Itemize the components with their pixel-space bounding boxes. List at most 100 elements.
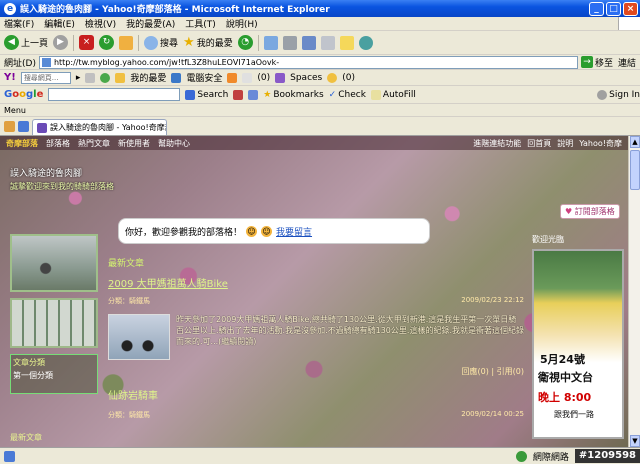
window-titlebar[interactable]: e 誤入騎途的魯肉腳 - Yahoo!奇摩部落格 - Microsoft Int… [0,0,640,17]
yahoo-spaces[interactable]: Spaces [290,73,322,83]
post-thumbnail[interactable] [108,314,170,360]
favorites-center-icon[interactable] [4,121,15,132]
spellcheck-button[interactable]: ✓ Check [329,90,366,100]
google-signin-button[interactable]: Sign In [597,89,640,100]
address-input[interactable]: http://tw.myblog.yahoo.com/jw!tfL3Z8huLE… [38,55,578,69]
quick-tabs-icon[interactable] [18,121,29,132]
research-button[interactable] [339,35,354,50]
search-icon [144,35,159,50]
subscribe-button[interactable]: ♥ 訂閱部落格 [560,204,620,219]
leave-message-link[interactable]: 我要留言 [276,225,312,238]
home-button[interactable] [119,35,134,50]
go-button[interactable]: → 移至 [580,56,615,69]
blog-title[interactable]: 誤入騎途的魯肉腳 [10,166,82,179]
tab-blog[interactable]: 誤入騎途的魯肉腳 - Yahoo!奇摩部... [32,119,167,135]
menu-edit[interactable]: 編輯(E) [44,17,75,30]
google-bookmarks-button[interactable]: ★ Bookmarks [263,90,323,100]
topnav-right-item[interactable]: 說明 [557,138,573,149]
menu-tools[interactable]: 工具(T) [185,17,216,30]
mail-button[interactable] [263,35,278,50]
topnav-item[interactable]: 新使用者 [118,138,150,149]
yahoo-logo-icon[interactable]: Y! [4,72,16,83]
topnav-right-item[interactable]: 進階連結功能 [473,138,521,149]
search-button[interactable]: 搜尋 [144,35,178,50]
menu-file[interactable]: 檔案(F) [4,17,34,30]
yahoo-favorites[interactable]: 我的最愛 [130,71,166,84]
menu-view[interactable]: 檢視(V) [85,17,116,30]
back-button[interactable]: ◀ 上一頁 [4,35,48,50]
watermark: #1209598 [574,449,640,463]
news-icon[interactable] [248,89,259,100]
scroll-down-icon[interactable]: ▼ [630,435,640,447]
page-content: 奇摩部落 部落格 熱門文章 新使用者 幫助中心 進階連結功能 回首頁 說明 Ya… [0,136,628,447]
rss-icon[interactable] [227,72,238,83]
post-title[interactable]: 2009 大甲媽祖萬人騎Bike [108,275,524,290]
secondary-photo[interactable] [10,298,98,348]
plus-icon[interactable] [100,72,111,83]
scroll-thumb[interactable] [630,150,640,190]
post-footer[interactable]: 回應(0) | 引用(0) [108,366,524,377]
yahoo-search-input[interactable]: 搜尋網頁... [20,71,71,84]
topnav-right-item[interactable]: Yahoo!奇摩 [579,138,622,149]
edit-button[interactable] [301,35,316,50]
star-icon: ★ [183,35,195,50]
main-column: 最新文章 2009 大甲媽祖萬人騎Bike 分類：騎鐵馬 2009/02/23 … [108,256,524,420]
address-bar: 網址(D) http://tw.myblog.yahoo.com/jw!tfL3… [0,55,640,70]
smiley-icon: ☺ [246,225,258,237]
spaces-icon [275,72,286,83]
blog-logo[interactable]: 奇摩部落 [6,138,38,149]
post-title[interactable]: 仙跡岩騎車 [108,387,524,402]
links-label[interactable]: 連結 [618,56,640,69]
security-icon [171,72,182,83]
ad-banner[interactable]: 5月24號 衛視中文台 晚上 8:00 跟我們一路 [532,249,624,439]
links-menu-label[interactable]: Menu [4,106,26,115]
yahoo-msgr-count[interactable]: (0) [342,73,355,83]
close-button[interactable]: × [623,1,638,16]
back-label: 上一頁 [21,39,49,49]
google-search-button[interactable]: Search [185,89,228,100]
tab-bar: 誤入騎途的魯肉腳 - Yahoo!奇摩部... [0,117,640,136]
stop-button[interactable]: × [79,35,95,50]
menu-favorites[interactable]: 我的最愛(A) [126,17,175,30]
vertical-scrollbar[interactable]: ▲ ▼ [628,136,640,447]
google-search-input[interactable] [48,88,181,101]
google-logo[interactable]: Google [4,89,43,100]
topnav-right-item[interactable]: 回首頁 [527,138,551,149]
discuss-button[interactable] [320,35,335,50]
post-category[interactable]: 分類：騎鐵馬 [108,296,150,306]
post-category[interactable]: 分類：騎鐵馬 [108,410,150,420]
yahoo-security[interactable]: 電腦安全 [186,71,222,84]
greeting-text: 你好，歡迎參觀我的部落格！ [125,227,243,238]
popup-blocker-icon[interactable] [233,89,244,100]
status-bar: 網際網路 #1209598 [0,447,640,464]
recent-posts-title: 最新文章 [10,433,42,442]
pen-icon[interactable] [85,72,96,83]
autofill-button[interactable]: AutoFill [370,89,416,100]
history-button[interactable]: ◔ [237,35,253,50]
ad-time: 晚上 8:00 [538,391,592,404]
messenger-button[interactable] [358,35,373,50]
scroll-up-icon[interactable]: ▲ [630,136,640,148]
refresh-button[interactable]: ↻ [99,35,115,50]
post-excerpt: 昨天參加了2009大甲媽祖萬人騎Bike,總共騎了130公里.從大甲到新港.這是… [176,315,524,346]
minimize-button[interactable]: _ [589,1,604,16]
topnav-item[interactable]: 部落格 [46,138,70,149]
tab-favicon [37,122,47,133]
ad-cta[interactable]: 跟我們一路 [554,409,594,420]
maximize-button[interactable]: □ [606,1,621,16]
profile-photo[interactable] [10,234,98,292]
favorites-label: 我的最愛 [196,39,233,49]
bookmark-star-icon: ★ [263,89,272,100]
yahoo-mail-count[interactable]: (0) [257,73,270,83]
favorites-button[interactable]: ★ 我的最愛 [183,35,233,50]
address-label: 網址(D) [4,58,36,69]
topnav-item[interactable]: 熱門文章 [78,138,110,149]
menu-help[interactable]: 說明(H) [226,17,258,30]
print-button[interactable] [282,35,297,50]
category-link[interactable]: 第一個分類 [11,370,97,381]
page-icon [41,57,51,67]
topnav-item[interactable]: 幫助中心 [158,138,190,149]
post-meta: 分類：騎鐵馬 2009/02/23 22:12 [108,296,524,306]
yahoo-search-button-icon[interactable]: ▸ [76,73,81,83]
forward-button[interactable]: ▶ [53,35,69,50]
